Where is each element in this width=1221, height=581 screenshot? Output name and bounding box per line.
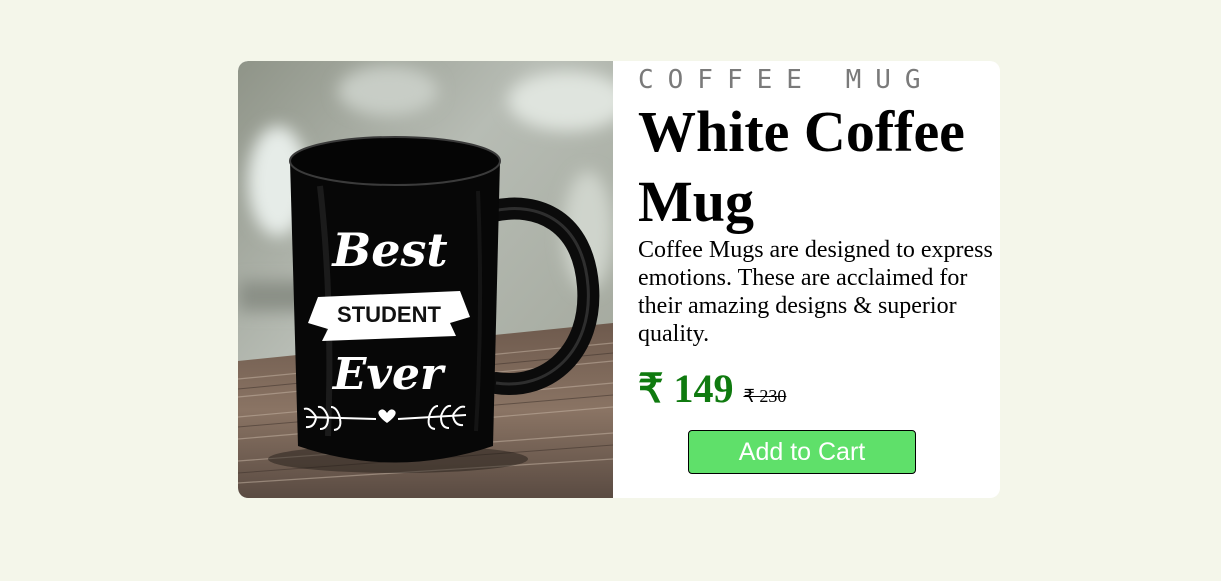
product-title: White Coffee Mug [638, 99, 965, 234]
add-to-cart-button[interactable]: Add to Cart [688, 430, 916, 474]
mug-text-best: Best [330, 223, 447, 277]
product-details: COFFEE MUG White Coffee Mug Coffee Mugs … [638, 61, 1000, 498]
product-description: Coffee Mugs are designed to express emot… [638, 237, 993, 347]
mug-text-ever: Ever [331, 349, 446, 400]
product-category: COFFEE MUG [638, 65, 935, 95]
current-price: ₹ 149 [638, 366, 734, 411]
original-price: ₹ 230 [743, 386, 787, 406]
mug-text-student: STUDENT [337, 302, 441, 327]
product-image: Best STUDENT Ever [238, 61, 613, 498]
price-row: ₹ 149 ₹ 230 [638, 365, 786, 412]
product-card: Best STUDENT Ever COFFEE MUG White Coffe… [238, 61, 1000, 498]
